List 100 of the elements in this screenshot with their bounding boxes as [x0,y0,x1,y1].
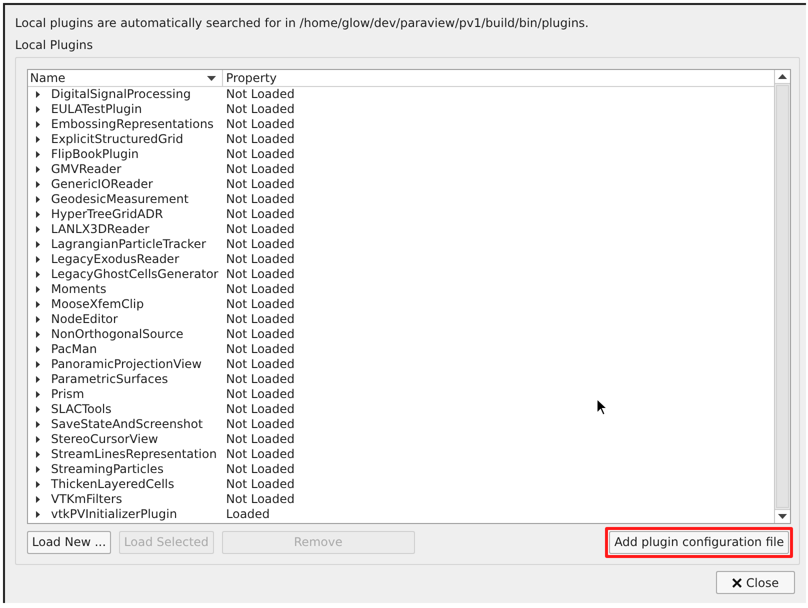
plugin-name[interactable]: StreamingParticles [51,462,164,477]
plugin-name[interactable]: ExplicitStructuredGrid [51,132,184,147]
collapsed-arrow-icon[interactable] [36,181,41,188]
plugin-name[interactable]: Prism [51,387,84,402]
plugin-name[interactable]: SLACTools [51,402,112,417]
plugin-name[interactable]: LegacyGhostCellsGenerator [51,267,218,282]
collapsed-arrow-icon[interactable] [36,271,41,278]
plugin-name[interactable]: vtkPVInitializerPlugin [51,507,178,522]
plugin-name[interactable]: FlipBookPlugin [51,147,139,162]
plugin-status: Not Loaded [225,282,295,297]
plugin-status: Not Loaded [225,387,295,402]
plugin-status: Not Loaded [225,267,295,282]
plugin-name[interactable]: StereoCursorView [51,432,158,447]
collapsed-arrow-icon[interactable] [36,151,41,158]
collapsed-arrow-icon[interactable] [36,421,41,428]
plugin-name[interactable]: EULATestPlugin [51,102,142,117]
collapsed-arrow-icon[interactable] [36,406,41,413]
mouse-cursor-icon [596,398,608,417]
collapsed-arrow-icon[interactable] [36,256,41,263]
plugin-status: Not Loaded [225,342,295,357]
plugin-name[interactable]: Moments [51,282,106,297]
plugin-name[interactable]: LANLX3DReader [51,222,150,237]
plugin-status: Not Loaded [225,462,295,477]
plugin-status: Not Loaded [225,192,295,207]
plugin-status: Not Loaded [225,162,295,177]
plugin-status: Not Loaded [225,222,295,237]
column-header[interactable]: Name [28,70,223,86]
plugin-name[interactable]: GeodesicMeasurement [51,192,189,207]
collapsed-arrow-icon[interactable] [36,436,41,443]
plugin-status: Not Loaded [225,177,295,192]
plugin-status: Not Loaded [225,447,295,462]
collapsed-arrow-icon[interactable] [36,481,41,488]
plugin-name[interactable]: PacMan [51,342,97,357]
collapsed-arrow-icon[interactable] [36,106,41,113]
plugin-name[interactable]: StreamLinesRepresentation [51,447,217,462]
plugin-status: Not Loaded [225,237,295,252]
collapsed-arrow-icon[interactable] [36,496,41,503]
plugin-name[interactable]: EmbossingRepresentations [51,117,214,132]
close-icon [732,578,742,588]
plugin-name[interactable]: NodeEditor [51,312,118,327]
plugin-status: Not Loaded [225,117,295,132]
plugin-name[interactable]: DigitalSignalProcessing [51,87,191,102]
plugin-name[interactable]: PanoramicProjectionView [51,357,202,372]
collapsed-arrow-icon[interactable] [36,511,41,518]
collapsed-arrow-icon[interactable] [36,346,41,353]
plugin-name[interactable]: NonOrthogonalSource [51,327,184,342]
scroll-thumb[interactable] [776,85,789,508]
plugin-status: Not Loaded [225,372,295,387]
collapsed-arrow-icon[interactable] [36,301,41,308]
collapsed-arrow-icon[interactable] [36,331,41,338]
plugin-status: Not Loaded [225,102,295,117]
collapsed-arrow-icon[interactable] [36,91,41,98]
collapsed-arrow-icon[interactable] [36,211,41,218]
collapsed-arrow-icon[interactable] [36,466,41,473]
collapsed-arrow-icon[interactable] [36,241,41,248]
collapsed-arrow-icon[interactable] [36,166,41,173]
plugin-name[interactable]: ParametricSurfaces [51,372,168,387]
plugin-status: Not Loaded [225,252,295,267]
plugin-status: Not Loaded [225,207,295,222]
plugin-status: Not Loaded [225,327,295,342]
plugin-name[interactable]: MooseXfemClip [51,297,144,312]
plugin-name[interactable]: GenericIOReader [51,177,153,192]
plugin-name[interactable]: ThickenLayeredCells [51,477,174,492]
group-title: Local Plugins [15,37,93,53]
plugin-status: Not Loaded [225,312,295,327]
plugin-name[interactable]: SaveStateAndScreenshot [51,417,203,432]
collapsed-arrow-icon[interactable] [36,376,41,383]
scroll-down-icon[interactable] [775,509,790,523]
plugin-name[interactable]: GMVReader [51,162,122,177]
collapsed-arrow-icon[interactable] [36,451,41,458]
column-header[interactable]: Property [223,70,774,86]
collapsed-arrow-icon[interactable] [36,196,41,203]
info-text: Local plugins are automatically searched for in /home/glow/dev/paraview/pv1/build/bin/plugins. [15,15,589,31]
header-label: Name [30,70,66,86]
scrollbar[interactable] [774,70,790,523]
plugin-status: Not Loaded [225,357,295,372]
plugin-name[interactable]: HyperTreeGridADR [51,207,164,222]
plugin-status: Loaded [225,507,270,522]
plugin-status: Not Loaded [225,402,295,417]
plugin-status: Not Loaded [225,492,295,507]
collapsed-arrow-icon[interactable] [36,391,41,398]
plugin-status: Not Loaded [225,132,295,147]
plugin-status: Not Loaded [225,432,295,447]
collapsed-arrow-icon[interactable] [36,121,41,128]
plugin-status: Not Loaded [225,417,295,432]
plugin-name[interactable]: LagrangianParticleTracker [51,237,206,252]
plugin-status: Not Loaded [225,477,295,492]
collapsed-arrow-icon[interactable] [36,226,41,233]
collapsed-arrow-icon[interactable] [36,136,41,143]
plugin-status: Not Loaded [225,147,295,162]
close-button[interactable]: Close [716,571,795,594]
collapsed-arrow-icon[interactable] [36,361,41,368]
scroll-up-icon[interactable] [775,70,790,84]
add-config-button[interactable]: Add plugin configuration file [609,530,789,554]
plugin-button[interactable]: Load New ... [27,530,112,554]
collapsed-arrow-icon[interactable] [36,316,41,323]
collapsed-arrow-icon[interactable] [36,286,41,293]
plugin-status: Not Loaded [225,87,295,102]
plugin-name[interactable]: VTKmFilters [51,492,122,507]
plugin-name[interactable]: LegacyExodusReader [51,252,180,267]
